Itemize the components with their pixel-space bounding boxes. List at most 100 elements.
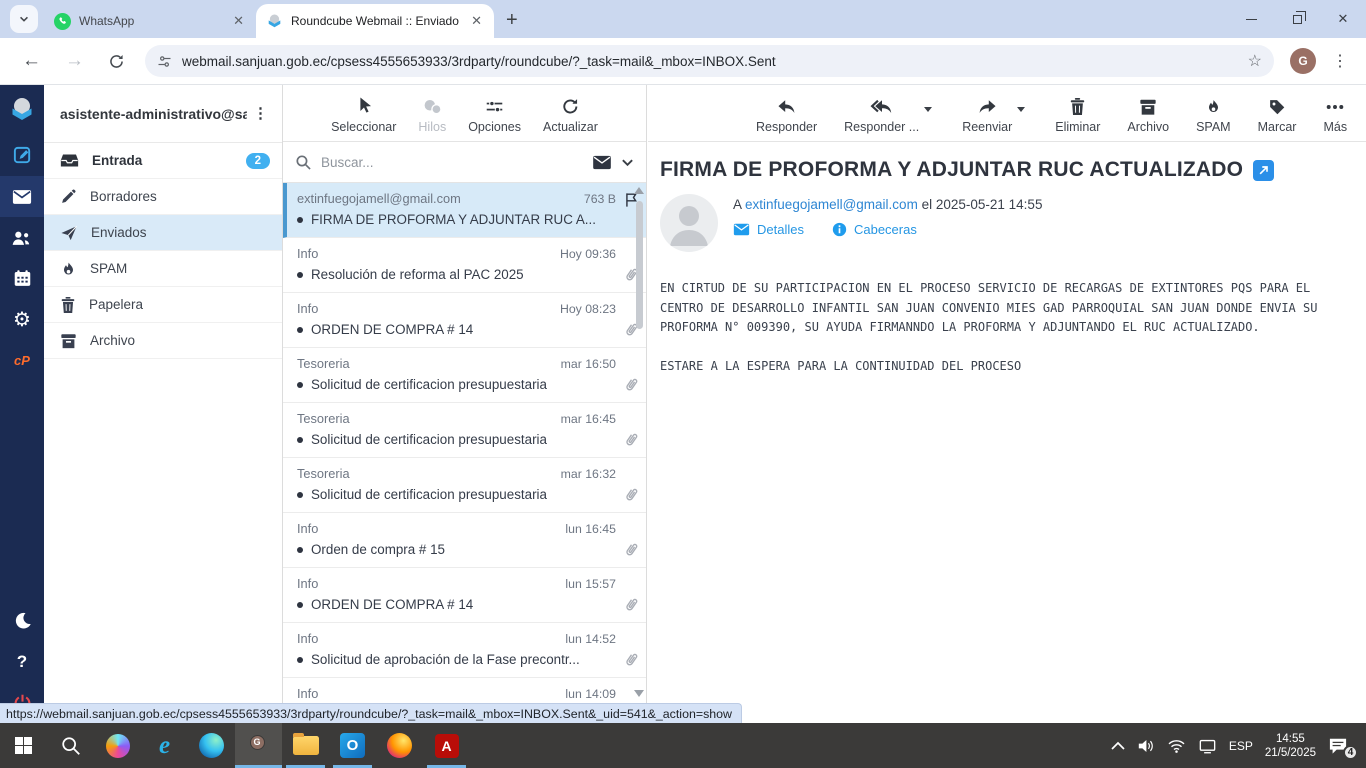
scroll-down-arrow[interactable] <box>634 690 644 697</box>
open-in-new-window-button[interactable] <box>1253 159 1275 181</box>
message-list-item[interactable]: Info Hoy 08:23 ORDEN DE COMPRA # 14 <box>283 293 646 348</box>
address-bar[interactable]: webmail.sanjuan.gob.ec/cpsess4555653933/… <box>145 45 1274 77</box>
flame-icon <box>63 262 74 275</box>
restore-button[interactable] <box>1274 0 1320 38</box>
taskbar-clock[interactable]: 14:55 21/5/2025 <box>1265 732 1316 760</box>
folder-trash[interactable]: Papelera <box>44 287 282 323</box>
mark-button[interactable]: Marcar <box>1258 98 1296 134</box>
refresh-button[interactable]: Actualizar <box>543 97 598 134</box>
language-indicator[interactable]: ESP <box>1229 739 1253 753</box>
button-label: Eliminar <box>1055 120 1101 134</box>
cpanel-button[interactable]: cP <box>0 340 44 381</box>
start-button[interactable] <box>0 723 47 768</box>
notification-center-button[interactable]: 4 <box>1328 737 1358 760</box>
headers-link[interactable]: Cabeceras <box>832 222 917 237</box>
forward-caret-icon[interactable] <box>1017 107 1026 112</box>
message-list-item[interactable]: Info lun 16:45 Orden de compra # 15 <box>283 513 646 568</box>
settings-nav-button[interactable]: ⚙ <box>0 299 44 340</box>
delete-button[interactable]: Eliminar <box>1055 97 1100 134</box>
account-header[interactable]: asistente-administrativo@sa... ⋮ <box>44 85 282 143</box>
details-link[interactable]: Detalles <box>733 222 804 237</box>
message-list-item[interactable]: Info lun 14:09 <box>283 678 646 703</box>
file-explorer-button[interactable] <box>282 723 329 768</box>
mail-nav-button[interactable] <box>0 176 44 217</box>
account-menu-icon[interactable]: ⋮ <box>247 106 274 121</box>
contacts-nav-button[interactable] <box>0 217 44 258</box>
message-subject: Resolución de reforma al PAC 2025 <box>311 267 524 282</box>
forward-button[interactable]: Reenviar <box>962 98 1026 134</box>
profile-avatar[interactable]: G <box>1290 48 1316 74</box>
site-settings-icon[interactable] <box>157 54 172 69</box>
url-text[interactable]: webmail.sanjuan.gob.ec/cpsess4555653933/… <box>182 54 1238 69</box>
restore-icon <box>1292 10 1306 24</box>
reply-all-caret-icon[interactable] <box>924 107 933 112</box>
message-list-item[interactable]: Tesoreria mar 16:45 Solicitud de certifi… <box>283 403 646 458</box>
tab-search-button[interactable] <box>10 5 38 33</box>
list-scrollbar[interactable] <box>633 185 645 701</box>
volume-icon[interactable] <box>1137 738 1155 754</box>
tab-roundcube[interactable]: Roundcube Webmail :: Enviados ✕ <box>256 4 494 38</box>
reply-all-button[interactable]: Responder ... <box>844 98 933 134</box>
folder-drafts[interactable]: Borradores <box>44 179 282 215</box>
copilot-button[interactable] <box>94 723 141 768</box>
folder-sent[interactable]: Enviados <box>44 215 282 251</box>
scrollbar-thumb[interactable] <box>636 201 643 329</box>
options-button[interactable]: Opciones <box>468 98 521 134</box>
edge-button[interactable] <box>188 723 235 768</box>
scroll-up-arrow[interactable] <box>634 187 644 194</box>
recipient-email-link[interactable]: extinfuegojamell@gmail.com <box>745 197 918 212</box>
folder-archive[interactable]: Archivo <box>44 323 282 359</box>
sliders-icon <box>486 100 503 113</box>
close-button[interactable]: ✕ <box>1320 0 1366 38</box>
message-list-item[interactable]: Info Hoy 09:36 Resolución de reforma al … <box>283 238 646 293</box>
flame-icon <box>1208 100 1218 113</box>
folder-inbox[interactable]: Entrada 2 <box>44 143 282 179</box>
search-input[interactable] <box>321 154 583 170</box>
firefox-button[interactable] <box>376 723 423 768</box>
compose-button[interactable] <box>0 135 44 176</box>
threads-button[interactable]: Hilos <box>418 98 446 134</box>
new-tab-button[interactable]: + <box>494 9 530 38</box>
tab-whatsapp[interactable]: WhatsApp ✕ <box>44 4 256 38</box>
trash-icon <box>61 296 75 313</box>
wifi-icon[interactable] <box>1167 738 1186 753</box>
body-line: CENTRO DE DESARROLLO INFANTIL SAN JUAN C… <box>660 300 1318 315</box>
minimize-button[interactable] <box>1228 0 1274 38</box>
more-button[interactable]: Más <box>1323 98 1347 134</box>
message-list-item[interactable]: Tesoreria mar 16:32 Solicitud de certifi… <box>283 458 646 513</box>
internet-explorer-button[interactable]: e <box>141 723 188 768</box>
tray-expand-icon[interactable] <box>1111 741 1125 750</box>
taskbar-search-button[interactable] <box>47 723 94 768</box>
dark-mode-button[interactable] <box>0 600 44 641</box>
forward-button[interactable]: → <box>53 50 96 72</box>
help-button[interactable]: ? <box>0 641 44 682</box>
browser-menu-icon[interactable]: ⋮ <box>1324 51 1356 71</box>
message-date-size: mar 16:50 <box>560 357 616 371</box>
archive-button[interactable]: Archivo <box>1127 98 1169 134</box>
search-scope-mail-icon[interactable] <box>592 155 612 170</box>
calendar-nav-button[interactable] <box>0 258 44 299</box>
bookmark-star-icon[interactable]: ☆ <box>1248 51 1262 71</box>
chrome-button[interactable]: G <box>235 723 282 768</box>
button-label: Seleccionar <box>331 120 397 134</box>
acrobat-button[interactable]: A <box>423 723 470 768</box>
search-options-chevron-icon[interactable] <box>621 156 634 169</box>
cast-icon[interactable] <box>1198 738 1217 754</box>
message-list-item[interactable]: Tesoreria mar 16:50 Solicitud de certifi… <box>283 348 646 403</box>
button-label: Más <box>1323 120 1348 134</box>
message-list-item[interactable]: extinfuegojamell@gmail.com 763 B FIRMA D… <box>283 183 646 238</box>
clock-date: 21/5/2025 <box>1264 746 1316 759</box>
tab-close-icon[interactable]: ✕ <box>467 13 486 29</box>
reply-button[interactable]: Responder <box>756 98 817 134</box>
spam-button[interactable]: SPAM <box>1196 97 1231 134</box>
reload-button[interactable] <box>96 53 137 70</box>
folder-spam[interactable]: SPAM <box>44 251 282 287</box>
message-date-size: lun 14:09 <box>565 687 616 701</box>
message-list-item[interactable]: Info lun 14:52 Solicitud de aprobación d… <box>283 623 646 678</box>
back-button[interactable]: ← <box>10 50 53 72</box>
select-button[interactable]: Seleccionar <box>331 96 396 134</box>
tab-close-icon[interactable]: ✕ <box>229 13 248 29</box>
outlook-button[interactable]: O <box>329 723 376 768</box>
windows-logo-icon <box>14 736 33 755</box>
message-list-item[interactable]: Info lun 15:57 ORDEN DE COMPRA # 14 <box>283 568 646 623</box>
